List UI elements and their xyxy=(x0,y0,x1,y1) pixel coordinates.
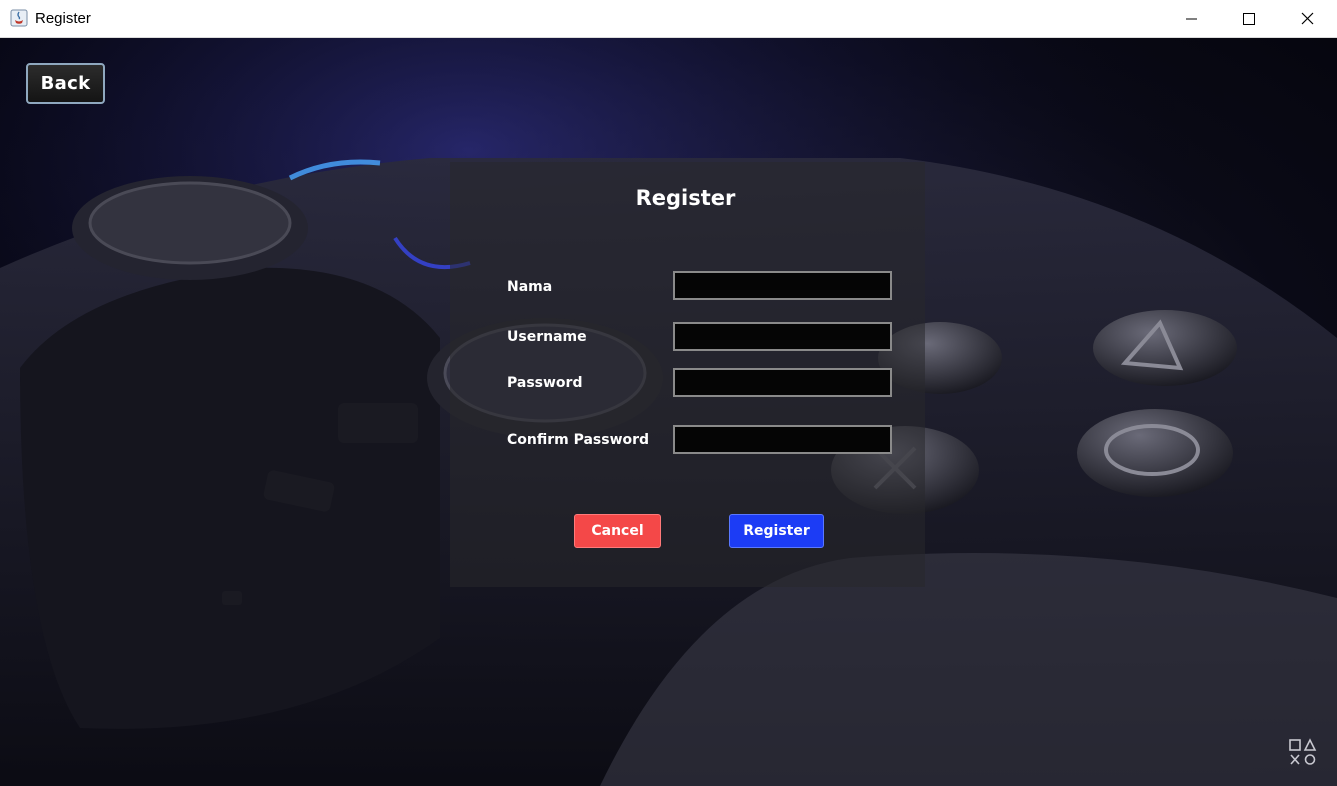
password-label: Password xyxy=(507,375,583,391)
java-app-icon xyxy=(10,9,28,27)
username-field[interactable] xyxy=(673,322,892,351)
close-icon xyxy=(1301,12,1314,25)
minimize-icon xyxy=(1186,18,1197,20)
password-field[interactable] xyxy=(673,368,892,397)
register-button[interactable]: Register xyxy=(729,514,824,548)
confirm-password-label: Confirm Password xyxy=(507,432,650,448)
window-title: Register xyxy=(35,10,91,27)
register-window: Register Back Register Nama Username Pas… xyxy=(0,0,1337,786)
minimize-button[interactable] xyxy=(1162,0,1220,37)
maximize-icon xyxy=(1243,13,1255,25)
confirm-password-field[interactable] xyxy=(673,425,892,454)
content-area: Back Register Nama Username Password Con… xyxy=(0,38,1337,786)
nama-field[interactable] xyxy=(673,271,892,300)
nama-label: Nama xyxy=(507,279,553,295)
username-label: Username xyxy=(507,329,587,345)
back-button[interactable]: Back xyxy=(26,63,105,104)
playstation-symbols-icon xyxy=(1289,738,1317,765)
form-title: Register xyxy=(635,186,736,210)
maximize-button[interactable] xyxy=(1220,0,1278,37)
close-button[interactable] xyxy=(1279,0,1337,37)
cancel-button[interactable]: Cancel xyxy=(574,514,661,548)
title-bar: Register xyxy=(0,0,1337,38)
